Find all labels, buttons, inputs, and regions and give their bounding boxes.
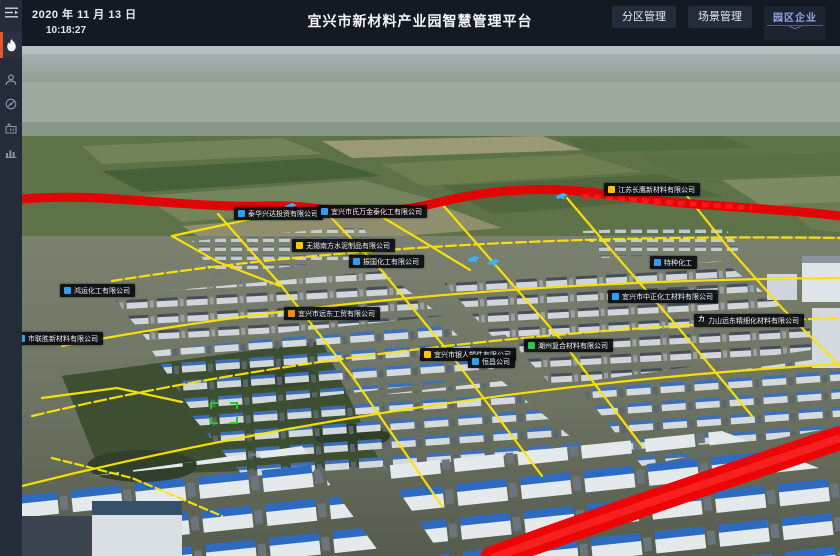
left-sidebar	[0, 0, 22, 556]
factory-marker-icon	[654, 259, 661, 266]
plane-marker-icon[interactable]	[468, 250, 480, 268]
sidebar-item-stats[interactable]	[0, 140, 22, 164]
company-label[interactable]: 鸿运化工有限公司	[60, 284, 135, 297]
company-label-text: 振国化工有限公司	[363, 257, 419, 267]
factory-marker-icon	[22, 335, 25, 342]
factory-marker-icon	[238, 210, 245, 217]
company-label-text: 市联胜新材料有限公司	[28, 334, 98, 344]
company-label-text: 力山远东精细化材料有限公司	[708, 316, 799, 326]
smart-park-platform: 2020 年 11 月 13 日 10:18:27 宜兴市新材料产业园智慧管理平…	[0, 0, 840, 556]
header-bar: 2020 年 11 月 13 日 10:18:27 宜兴市新材料产业园智慧管理平…	[0, 0, 840, 46]
company-label[interactable]: 泰华兴达投资有限公司	[234, 207, 323, 220]
company-label[interactable]: 恒昌公司	[468, 355, 515, 368]
company-label-text: 宜兴市中正化工材料有限公司	[622, 292, 713, 302]
factory-marker-icon	[353, 258, 360, 265]
factory-marker-icon	[528, 342, 535, 349]
company-label[interactable]: 宜兴市远东工贸有限公司	[284, 307, 380, 320]
company-label[interactable]: 振国化工有限公司	[349, 255, 424, 268]
factory-marker-icon	[612, 293, 619, 300]
company-label-text: 潮州复合材料有限公司	[538, 341, 608, 351]
bar-chart-icon	[5, 146, 17, 158]
company-label-text: 特种化工	[664, 258, 692, 268]
company-label[interactable]: 宜兴市氏万金泰化工有限公司	[317, 205, 427, 218]
menu-icon	[5, 7, 18, 18]
globe-icon	[5, 98, 17, 110]
header-actions: 分区管理 场景管理 园区企业 ﹀	[612, 6, 826, 40]
company-label-text: 鸿运化工有限公司	[74, 286, 130, 296]
factory-marker-icon	[288, 310, 295, 317]
sidebar-item-monitor[interactable]	[0, 92, 22, 116]
scene-manage-button[interactable]: 场景管理	[688, 6, 752, 28]
company-label-text: 恒昌公司	[482, 357, 510, 367]
company-label[interactable]: 力力山远东精细化材料有限公司	[694, 314, 804, 327]
li-logo-icon: 力	[698, 317, 705, 324]
factory-marker-icon	[64, 287, 71, 294]
company-label-text: 宜兴市氏万金泰化工有限公司	[331, 207, 422, 217]
factory-marker-icon	[472, 358, 479, 365]
person-icon	[5, 74, 17, 86]
company-label[interactable]: 宜兴市中正化工材料有限公司	[608, 290, 718, 303]
chevron-down-icon: ﹀	[789, 26, 802, 35]
company-label-text: 江苏长鹰新材料有限公司	[618, 185, 695, 195]
map-3d-view[interactable]: 鸿运化工有限公司市联胜新材料有限公司 泰华兴达投资有限公司 宜兴市氏万金泰化工有限公…	[22, 46, 840, 556]
company-label-text: 无锡南方水泥制品有限公司	[306, 241, 390, 251]
factory-marker-icon	[424, 351, 431, 358]
company-label-text: 宜兴市远东工贸有限公司	[298, 309, 375, 319]
zone-manage-button[interactable]: 分区管理	[612, 6, 676, 28]
flame-icon	[6, 39, 17, 52]
plane-marker-icon[interactable]	[556, 187, 568, 205]
factory-icon	[5, 122, 17, 134]
sidebar-item-fire[interactable]	[0, 32, 22, 58]
company-label[interactable]: 无锡南方水泥制品有限公司	[292, 239, 395, 252]
factory-marker-icon	[321, 208, 328, 215]
selection-reticle	[210, 402, 238, 424]
company-label[interactable]: 特种化工	[650, 256, 697, 269]
company-label[interactable]: 江苏长鹰新材料有限公司	[604, 183, 700, 196]
plane-marker-icon[interactable]	[488, 253, 500, 271]
company-label[interactable]: 市联胜新材料有限公司	[22, 332, 103, 345]
company-label-text: 泰华兴达投资有限公司	[248, 209, 318, 219]
sidebar-item-factory[interactable]	[0, 116, 22, 140]
sidebar-item-person[interactable]	[0, 68, 22, 92]
park-enterprise-dropdown[interactable]: 园区企业 ﹀	[764, 6, 826, 40]
factory-marker-icon	[608, 186, 615, 193]
company-label[interactable]: 潮州复合材料有限公司	[524, 339, 613, 352]
factory-marker-icon	[296, 242, 303, 249]
sidebar-item-menu[interactable]	[0, 2, 22, 22]
dropdown-label: 园区企业	[773, 7, 817, 25]
